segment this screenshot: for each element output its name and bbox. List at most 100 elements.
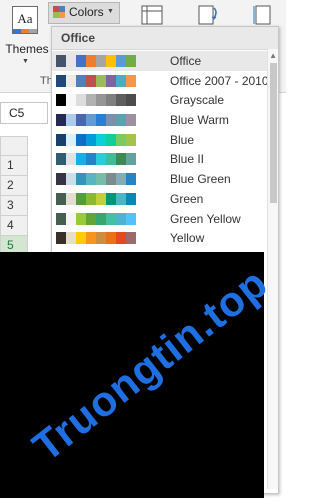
color-scheme-item[interactable]: Blue Warm [52,110,278,130]
color-scheme-label: Grayscale [170,93,225,108]
color-swatch [86,212,96,225]
color-swatch [116,114,126,127]
color-swatch [126,212,136,225]
color-swatch [76,133,86,146]
color-swatch [86,232,96,245]
color-swatch [116,192,126,205]
color-scheme-item[interactable]: Blue II [52,149,278,169]
color-swatch [116,153,126,166]
color-swatch [126,192,136,205]
color-scheme-item[interactable]: Yellow [52,228,278,248]
row-header[interactable]: 4 [0,216,28,236]
color-scheme-item[interactable]: Green Yellow [52,209,278,229]
row-headers: 1 2 3 4 5 [0,156,28,256]
orientation-icon[interactable] [196,4,220,26]
color-swatch [56,192,66,205]
color-scheme-label: Blue [170,132,195,147]
color-swatch [76,173,86,186]
color-swatch [96,55,106,67]
color-swatch [106,114,116,127]
color-swatch [96,74,106,87]
color-swatch [126,133,136,146]
color-scheme-label: Blue Green [170,172,231,187]
row-header[interactable]: 1 [0,156,28,176]
color-swatch [86,153,96,166]
scroll-up-icon[interactable]: ▲ [269,51,277,60]
row-header[interactable]: 2 [0,176,28,196]
color-swatch [56,114,66,127]
color-swatch [116,55,126,67]
colors-label: Colors [69,5,104,19]
color-swatch [86,74,96,87]
color-swatches [56,192,136,205]
menu-section-header: Office [52,27,278,50]
color-scheme-label: Green Yellow [170,211,241,226]
color-swatch [56,153,66,166]
color-swatch [106,232,116,245]
color-swatch [106,153,116,166]
color-swatch [106,74,116,87]
row-header[interactable]: 3 [0,196,28,216]
colors-button[interactable]: Colors ▼ [48,2,120,24]
color-scheme-item[interactable]: Blue Green [52,169,278,189]
scrollbar-thumb[interactable] [270,63,277,203]
color-swatch [66,192,76,205]
color-swatch [126,94,136,107]
margins-icon[interactable] [140,4,164,26]
color-swatch [76,232,86,245]
color-swatch [106,212,116,225]
size-icon[interactable] [252,4,276,26]
color-swatch [116,173,126,186]
color-scheme-item[interactable]: Blue [52,130,278,150]
color-swatch [96,232,106,245]
themes-label: Themes [5,42,49,56]
color-swatch [56,232,66,245]
name-box[interactable]: C5 [0,102,48,124]
color-scheme-list: Office Office 2007 - 2010 Grayscale Blue Wa… [52,51,278,248]
color-swatch [76,212,86,225]
color-swatch [86,192,96,205]
color-palette-icon [53,6,65,18]
select-all-corner[interactable] [0,136,28,156]
color-scheme-item[interactable]: Grayscale [52,90,278,110]
chevron-down-icon: ▼ [22,58,29,65]
color-swatch [86,114,96,127]
color-swatch [116,212,126,225]
color-scheme-label: Blue II [170,152,205,167]
color-swatches [56,94,136,107]
themes-icon-text: Aa [17,11,33,26]
color-swatch [56,55,66,67]
color-swatch [76,55,86,67]
color-swatch [76,114,86,127]
color-swatches [56,173,136,186]
color-scheme-item[interactable]: Green [52,189,278,209]
color-swatch [96,173,106,186]
color-swatch [116,94,126,107]
color-swatch [56,133,66,146]
color-scheme-label: Office [170,54,202,68]
color-swatch [96,94,106,107]
color-scheme-label: Blue Warm [170,113,229,128]
color-swatch [126,232,136,245]
color-swatch [126,173,136,186]
color-scheme-item[interactable]: Office [52,51,278,71]
color-scheme-item[interactable]: Office 2007 - 2010 [52,71,278,91]
color-swatch [86,55,96,67]
color-swatch [66,114,76,127]
color-swatches [56,212,136,225]
color-swatch [56,212,66,225]
color-swatch [76,192,86,205]
color-swatch [56,74,66,87]
color-swatch [66,133,76,146]
color-swatches [56,74,136,87]
themes-button[interactable]: Aa Themes ▼ [2,2,49,68]
color-swatch [66,173,76,186]
color-swatch [116,74,126,87]
color-swatch [66,74,76,87]
color-swatch [106,173,116,186]
color-swatch [96,133,106,146]
color-swatch [96,212,106,225]
color-scheme-label: Yellow [170,231,205,246]
chevron-down-icon: ▼ [107,8,114,15]
color-swatch [86,173,96,186]
